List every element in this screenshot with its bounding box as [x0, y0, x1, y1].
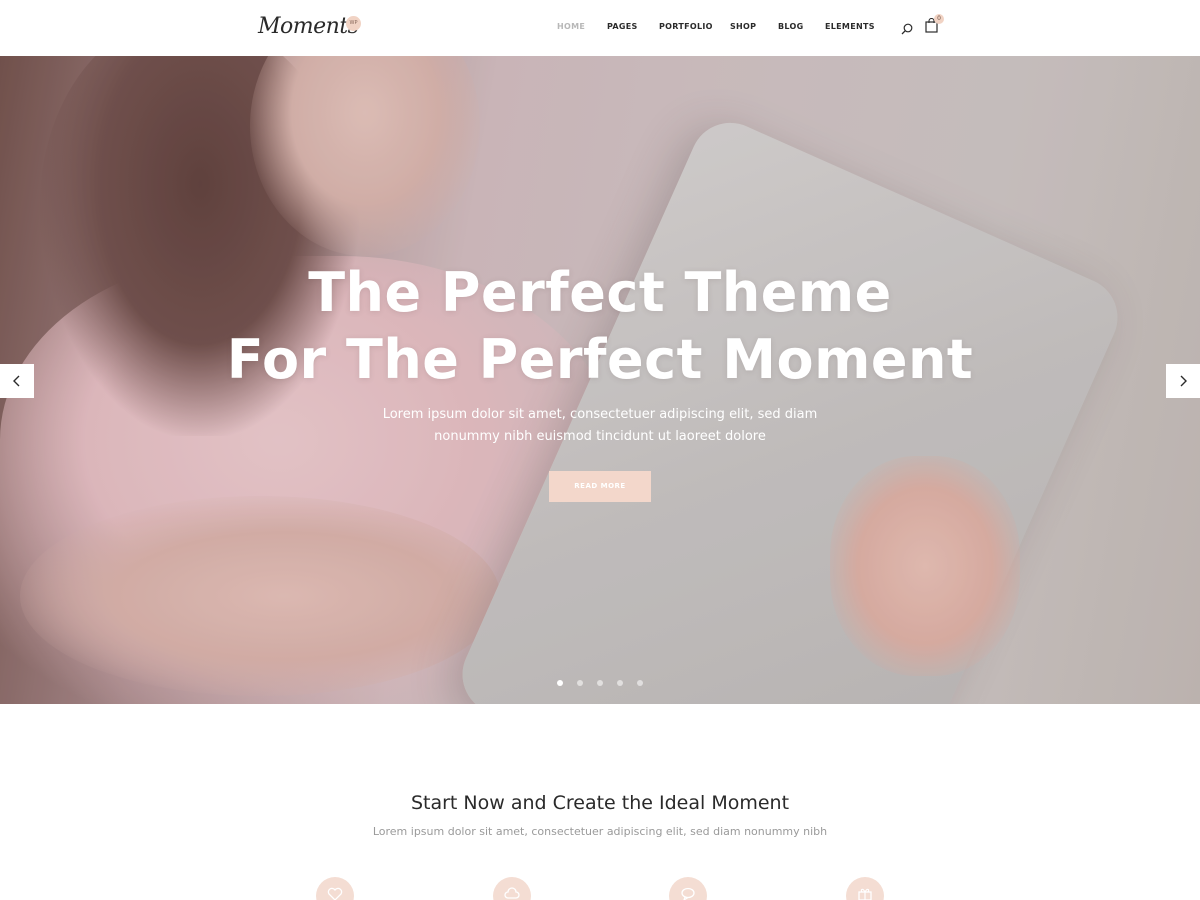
slider-dot-2[interactable]: [577, 680, 583, 686]
read-more-button[interactable]: READ MORE: [549, 471, 651, 502]
chevron-left-icon: [13, 375, 20, 387]
hero-subtitle-line-2: nonummy nibh euismod tincidunt ut laoree…: [434, 429, 766, 444]
chevron-right-icon: [1180, 375, 1187, 387]
site-logo[interactable]: Moments: [258, 14, 359, 39]
search-icon[interactable]: [901, 20, 913, 35]
nav-item-elements[interactable]: ELEMENTS: [825, 22, 875, 31]
site-header: Moments WP HOME PAGES PORTFOLIO SHOP BLO…: [0, 0, 1200, 56]
feature-cloud-icon: [493, 877, 531, 900]
heart-icon: [327, 887, 343, 900]
cart-count-badge: 0: [934, 14, 944, 24]
slider-prev-button[interactable]: [0, 364, 34, 398]
hero-slider: The Perfect Theme For The Perfect Moment…: [0, 56, 1200, 704]
intro-subtitle: Lorem ipsum dolor sit amet, consectetuer…: [372, 825, 828, 838]
logo-badge: WP: [346, 16, 361, 31]
slider-next-button[interactable]: [1166, 364, 1200, 398]
hero-title-line-1: The Perfect Theme: [308, 261, 892, 324]
nav-item-pages[interactable]: PAGES: [607, 22, 638, 31]
slider-pagination: [0, 680, 1200, 688]
hero-subtitle-line-1: Lorem ipsum dolor sit amet, consectetuer…: [382, 407, 818, 422]
slider-dot-4[interactable]: [617, 680, 623, 686]
gift-icon: [858, 888, 872, 900]
nav-item-shop[interactable]: SHOP: [730, 22, 756, 31]
feature-gift-icon: [846, 877, 884, 900]
feature-heart-icon: [316, 877, 354, 900]
slider-dot-1[interactable]: [557, 680, 563, 686]
feature-chat-icon: [669, 877, 707, 900]
slider-dot-5[interactable]: [637, 680, 643, 686]
nav-item-blog[interactable]: BLOG: [778, 22, 803, 31]
nav-item-portfolio[interactable]: PORTFOLIO: [659, 22, 713, 31]
hero-title-line-2: For The Perfect Moment: [226, 328, 974, 391]
intro-title: Start Now and Create the Ideal Moment: [410, 792, 790, 814]
cloud-icon: [504, 887, 520, 899]
slider-dot-3[interactable]: [597, 680, 603, 686]
nav-item-home[interactable]: HOME: [557, 22, 585, 31]
chat-bubble-icon: [681, 887, 695, 900]
